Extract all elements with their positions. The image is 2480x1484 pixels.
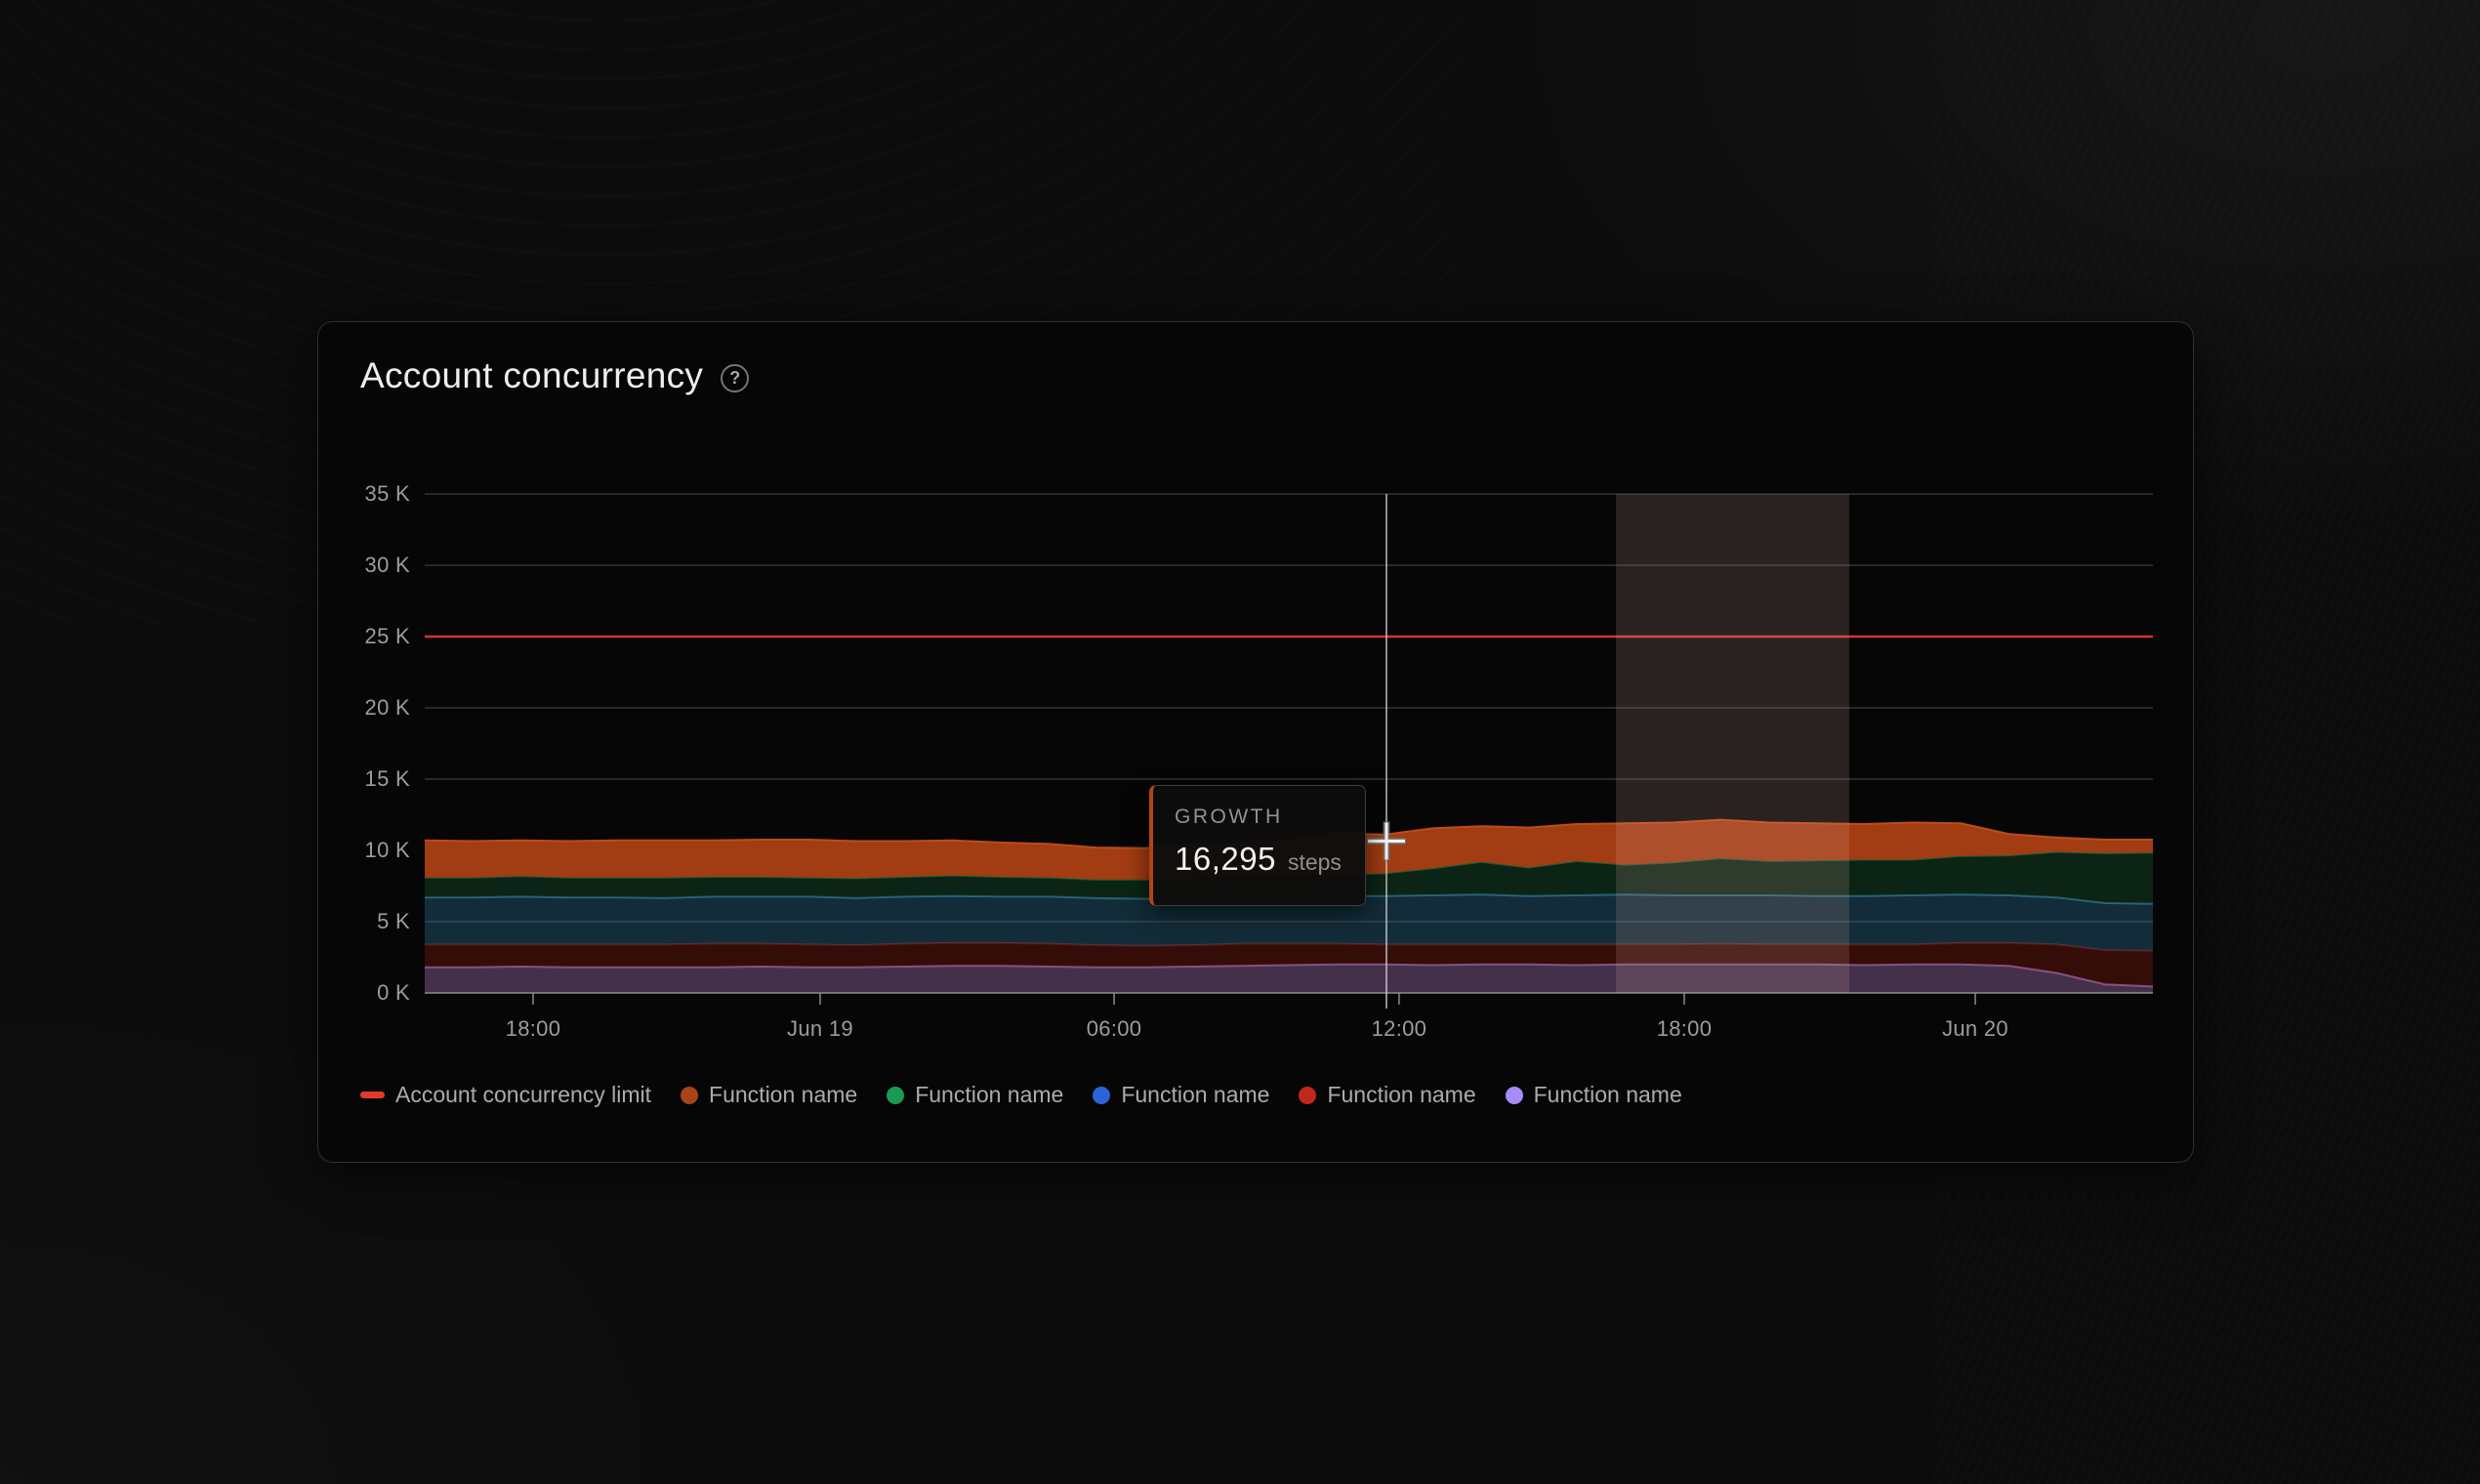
- tooltip-series-name: GROWTH: [1175, 805, 1283, 828]
- x-axis-tick-label: Jun 19: [787, 1016, 853, 1041]
- legend-dot-icon: [1299, 1086, 1317, 1104]
- area-series-0: [425, 964, 2153, 993]
- legend-dash-icon: [360, 1092, 385, 1098]
- legend-label: Function name: [915, 1082, 1064, 1107]
- legend-dot-icon: [887, 1086, 905, 1104]
- legend-item-function-5[interactable]: Function name: [1505, 1082, 1682, 1108]
- y-axis-tick-label: 0 K: [377, 980, 410, 1005]
- x-axis-tick-label: 18:00: [505, 1016, 561, 1041]
- chart-tooltip: GROWTH 16,295 steps: [1149, 785, 1366, 906]
- tooltip-value-row: 16,295 steps: [1175, 841, 1355, 878]
- y-axis-tick-label: 10 K: [364, 838, 410, 862]
- legend-label: Function name: [1327, 1082, 1476, 1107]
- x-axis-tick-label: Jun 20: [1942, 1016, 2008, 1041]
- x-axis-tick-label: 06:00: [1086, 1016, 1142, 1041]
- legend-label: Function name: [1121, 1082, 1270, 1107]
- account-concurrency-card: Account concurrency ? GROWTH 16,295 step…: [317, 321, 2194, 1163]
- legend-item-function-1[interactable]: Function name: [681, 1082, 857, 1108]
- legend-item-function-2[interactable]: Function name: [887, 1082, 1063, 1108]
- legend-dot-icon: [1093, 1086, 1111, 1104]
- y-axis-tick-label: 30 K: [364, 553, 410, 577]
- legend-item-function-3[interactable]: Function name: [1093, 1082, 1269, 1108]
- x-axis-tick-label: 18:00: [1656, 1016, 1713, 1041]
- chart-legend: Account concurrency limit Function name Fu…: [360, 1082, 1682, 1108]
- tooltip-unit: steps: [1287, 849, 1342, 875]
- y-axis-tick-label: 5 K: [377, 909, 410, 933]
- y-axis-tick-label: 35 K: [364, 481, 410, 506]
- legend-dot-icon: [681, 1086, 699, 1104]
- card-header: Account concurrency ?: [360, 355, 750, 396]
- legend-label: Account concurrency limit: [395, 1082, 652, 1107]
- legend-item-limit[interactable]: Account concurrency limit: [360, 1082, 651, 1108]
- help-icon[interactable]: ?: [721, 363, 750, 392]
- chart-plot-area[interactable]: [424, 493, 2154, 1009]
- highlight-selection-region: [1616, 494, 1850, 993]
- card-title: Account concurrency: [360, 355, 704, 395]
- legend-item-function-4[interactable]: Function name: [1299, 1082, 1476, 1108]
- y-axis-tick-label: 25 K: [364, 624, 410, 648]
- tooltip-value: 16,295: [1175, 841, 1276, 877]
- legend-label: Function name: [1533, 1082, 1682, 1107]
- y-axis-tick-label: 15 K: [364, 766, 410, 791]
- x-axis-tick-label: 12:00: [1371, 1016, 1427, 1041]
- legend-dot-icon: [1505, 1086, 1523, 1104]
- chart-svg: [424, 493, 2154, 1009]
- legend-label: Function name: [709, 1082, 858, 1107]
- y-axis-tick-label: 20 K: [364, 695, 410, 720]
